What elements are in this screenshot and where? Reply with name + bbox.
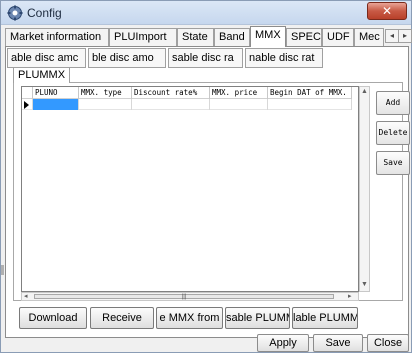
- tab-scroll-right-button[interactable]: ▸: [398, 29, 412, 43]
- current-row-arrow-icon: [24, 101, 29, 109]
- column-header-mmx-type[interactable]: MMX. type: [79, 87, 132, 99]
- vertical-scrollbar[interactable]: ▲ ▼: [359, 86, 370, 292]
- table-cell-mmx-price[interactable]: [210, 99, 268, 110]
- chevron-right-icon: ▸: [402, 31, 407, 40]
- close-button[interactable]: ✕: [367, 2, 407, 20]
- horizontal-scrollbar[interactable]: ◂ ||| ▸: [21, 292, 359, 301]
- tab-pluimport[interactable]: PLUImport: [109, 28, 177, 46]
- title-bar: Config ✕: [1, 1, 411, 25]
- scroll-left-icon[interactable]: ◂: [24, 293, 28, 301]
- delete-button[interactable]: Delete: [376, 121, 410, 145]
- chevron-left-icon: ◂: [389, 31, 394, 40]
- column-header-discount-rate[interactable]: Discount rate%: [132, 87, 210, 99]
- disable-plumm-button[interactable]: sable PLUMM: [225, 307, 290, 329]
- tab-mec[interactable]: Mec: [354, 28, 384, 46]
- scroll-right-icon[interactable]: ▸: [348, 293, 352, 301]
- subtab-nable-disc-rat[interactable]: nable disc rat: [245, 48, 323, 68]
- resize-grip-icon: [1, 265, 4, 275]
- tab-band[interactable]: Band: [214, 28, 250, 46]
- subtab-able-disc-amc[interactable]: able disc amc: [7, 48, 86, 68]
- tab-spec[interactable]: SPEC: [286, 28, 322, 46]
- tab-market-information[interactable]: Market information: [5, 28, 109, 46]
- column-header-mmx-price[interactable]: MMX. price: [210, 87, 268, 99]
- tab-mmx[interactable]: MMX: [250, 26, 286, 47]
- grid-header: PLUNO MMX. type Discount rate% MMX. pric…: [22, 87, 352, 99]
- apply-button[interactable]: Apply: [257, 334, 309, 352]
- table-row[interactable]: [22, 99, 352, 110]
- table-cell-discount-rate[interactable]: [132, 99, 210, 110]
- close-dialog-button[interactable]: Close: [367, 334, 409, 352]
- plummx-panel: PLUNO MMX. type Discount rate% MMX. pric…: [13, 82, 410, 301]
- table-cell-begin-dat[interactable]: [268, 99, 352, 110]
- enable-mmx-from-button[interactable]: e MMX from: [156, 307, 223, 329]
- tab-state[interactable]: State: [177, 28, 214, 46]
- tab-plummx[interactable]: PLUMMX: [13, 67, 71, 83]
- scroll-down-icon[interactable]: ▼: [361, 281, 368, 289]
- close-icon: ✕: [381, 4, 393, 18]
- add-button[interactable]: Add: [376, 91, 410, 115]
- tab-scroll-left-button[interactable]: ◂: [385, 29, 399, 43]
- save-button[interactable]: Save: [313, 334, 363, 352]
- scroll-up-icon[interactable]: ▲: [361, 88, 368, 96]
- subtab-ble-disc-amo[interactable]: ble disc amo: [88, 48, 166, 68]
- subtab-sable-disc-ra[interactable]: sable disc ra: [168, 48, 243, 68]
- column-header-begin-dat[interactable]: Begin DAT of MMX.: [268, 87, 352, 99]
- table-cell-mmx-type[interactable]: [79, 99, 132, 110]
- scroll-thumb[interactable]: |||: [34, 294, 334, 300]
- grip-icon: |||: [181, 294, 187, 300]
- receive-button[interactable]: Receive: [90, 307, 154, 329]
- save-row-button[interactable]: Save: [376, 151, 410, 175]
- window-title: Config: [27, 6, 62, 20]
- download-button[interactable]: Download: [19, 307, 87, 329]
- gear-icon: [7, 5, 23, 21]
- tab-udf[interactable]: UDF: [322, 28, 354, 46]
- table-cell-pluno[interactable]: [33, 99, 79, 110]
- column-header-pluno[interactable]: PLUNO: [33, 87, 79, 99]
- plummx-grid[interactable]: PLUNO MMX. type Discount rate% MMX. pric…: [21, 86, 359, 292]
- config-window: Config ✕ Market information PLUImport St…: [0, 0, 412, 353]
- grid-corner: [22, 87, 33, 99]
- enable-plumm-button[interactable]: lable PLUMM: [292, 307, 358, 329]
